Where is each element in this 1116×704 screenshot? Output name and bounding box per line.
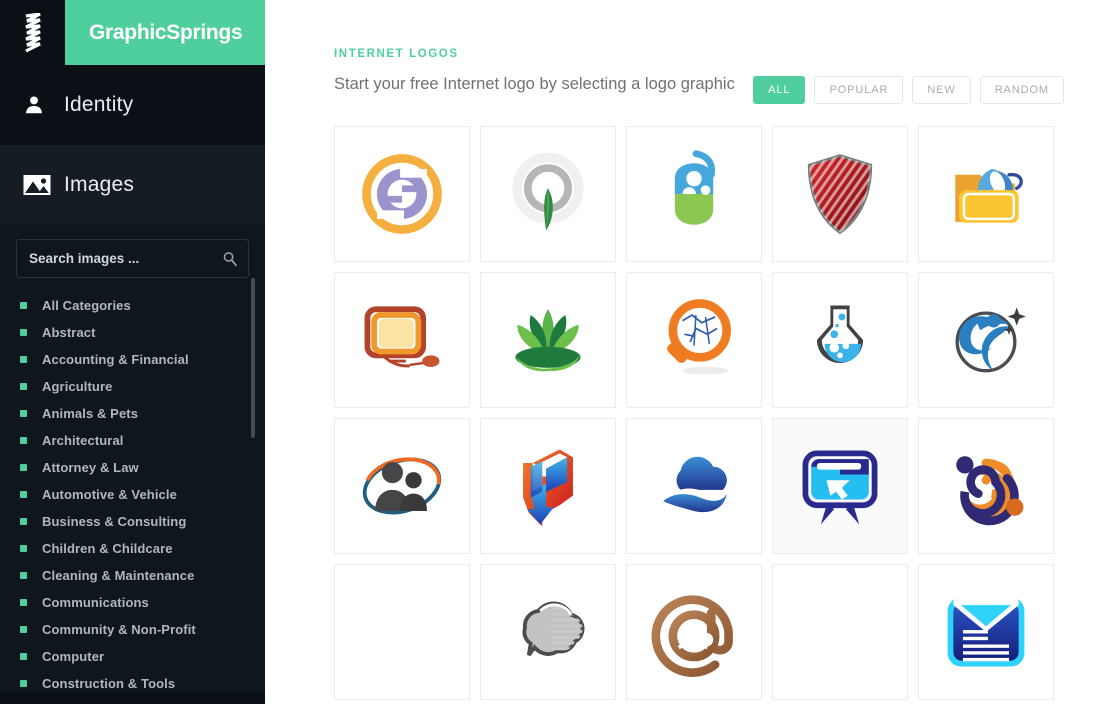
search-icon[interactable] <box>221 250 239 268</box>
sidebar-item-images[interactable]: Images <box>0 145 265 225</box>
category-item[interactable]: Community & Non-Profit <box>0 616 265 643</box>
search-box[interactable] <box>16 239 249 278</box>
category-item-label: Automotive & Vehicle <box>42 487 177 502</box>
search-wrap <box>0 225 265 284</box>
category-item-label: Abstract <box>42 325 96 340</box>
bullet-icon <box>20 302 27 309</box>
user-icon <box>16 94 64 116</box>
bullet-icon <box>20 572 27 579</box>
brand-name[interactable]: GraphicSprings <box>65 0 265 65</box>
filter-button-new[interactable]: NEW <box>912 76 971 104</box>
logo-tile-green-lotus-leaves[interactable] <box>480 272 616 408</box>
bullet-icon <box>20 437 27 444</box>
category-item[interactable]: Architectural <box>0 427 265 454</box>
app-root: GraphicSprings Identity Images Search im… <box>0 0 1116 704</box>
header-text-block: INTERNET LOGOS Start your free Internet … <box>334 48 753 94</box>
category-item-label: Children & Childcare <box>42 541 173 556</box>
bullet-icon <box>20 680 27 687</box>
category-item[interactable]: Business & Consulting <box>0 508 265 535</box>
bullet-icon <box>20 464 27 471</box>
main-content: INTERNET LOGOS Start your free Internet … <box>265 0 1116 704</box>
category-item[interactable]: Animals & Pets <box>0 400 265 427</box>
bullet-icon <box>20 329 27 336</box>
category-list: All Categories Abstract Accounting & Finan… <box>0 284 265 704</box>
category-item-label: Computer <box>42 649 105 664</box>
sidebar: GraphicSprings Identity Images Search im… <box>0 0 265 704</box>
filter-button-random[interactable]: RANDOM <box>979 76 1064 104</box>
logo-tile-browser-cursor[interactable] <box>772 418 908 554</box>
filter-button-popular[interactable]: POPULAR <box>814 76 904 104</box>
logo-tile-empty-2[interactable] <box>772 564 908 700</box>
logo-tile-monitor-mouse[interactable] <box>334 272 470 408</box>
sidebar-item-identity-label: Identity <box>64 93 134 116</box>
sidebar-item-images-label: Images <box>64 173 135 196</box>
category-item-label: Architectural <box>42 433 124 448</box>
logo-tile-two-people-orbit[interactable] <box>334 418 470 554</box>
category-item-label: Agriculture <box>42 379 113 394</box>
category-item-label: Attorney & Law <box>42 460 139 475</box>
logo-tile-bronze-at-cloud[interactable] <box>626 564 762 700</box>
filter-button-all[interactable]: ALL <box>753 76 806 104</box>
logo-tile-blue-envelope-mail[interactable] <box>918 564 1054 700</box>
image-icon-svg <box>23 175 51 195</box>
category-item-label: Cleaning & Maintenance <box>42 568 195 583</box>
main-header: INTERNET LOGOS Start your free Internet … <box>265 0 1116 104</box>
category-item[interactable]: Automotive & Vehicle <box>0 481 265 508</box>
category-item[interactable]: Cleaning & Maintenance <box>0 562 265 589</box>
category-item[interactable]: Children & Childcare <box>0 535 265 562</box>
category-item-label: Communications <box>42 595 149 610</box>
category-scrollbar[interactable] <box>251 278 255 438</box>
logo-tile-orange-ring-arrows[interactable] <box>334 126 470 262</box>
category-item-label: Community & Non-Profit <box>42 622 196 637</box>
page-eyebrow: INTERNET LOGOS <box>334 48 459 60</box>
bullet-icon <box>20 356 27 363</box>
user-icon-svg <box>26 96 42 114</box>
category-item[interactable]: Attorney & Law <box>0 454 265 481</box>
category-item-label: Accounting & Financial <box>42 352 189 367</box>
search-icon-svg <box>223 251 237 266</box>
logo-tile-yellow-folder-mouse[interactable] <box>918 126 1054 262</box>
logo-tile-empty-1[interactable] <box>334 564 470 700</box>
logo-tile-gray-striped-cloud[interactable] <box>480 564 616 700</box>
sidebar-item-identity[interactable]: Identity <box>0 65 265 145</box>
bullet-icon <box>20 518 27 525</box>
sidebar-bottom-edge <box>0 692 265 704</box>
category-item[interactable]: All Categories <box>0 292 265 319</box>
bullet-icon <box>20 626 27 633</box>
logo-tile-3d-download-arrow[interactable] <box>480 418 616 554</box>
category-item-label: Animals & Pets <box>42 406 139 421</box>
search-input[interactable] <box>17 240 248 277</box>
bullet-icon <box>20 410 27 417</box>
logo-grid <box>334 126 1056 700</box>
logo-tile-orange-magnifier-map[interactable] <box>626 272 762 408</box>
filter-button-group: ALL POPULAR NEW RANDOM <box>753 76 1064 104</box>
bullet-icon <box>20 599 27 606</box>
category-item[interactable]: Communications <box>0 589 265 616</box>
bullet-icon <box>20 653 27 660</box>
page-subtitle: Start your free Internet logo by selecti… <box>334 75 735 93</box>
logo-tile-gray-ring-green-leaf[interactable] <box>480 126 616 262</box>
bullet-icon <box>20 491 27 498</box>
category-item-label: Construction & Tools <box>42 676 176 691</box>
category-item[interactable]: Agriculture <box>0 373 265 400</box>
logo-tile-orange-navy-spiral[interactable] <box>918 418 1054 554</box>
category-item-label: Business & Consulting <box>42 514 187 529</box>
spring-zigzag-icon-svg <box>24 12 41 52</box>
brand-row: GraphicSprings <box>0 0 265 65</box>
category-item[interactable]: Accounting & Financial <box>0 346 265 373</box>
bullet-icon <box>20 383 27 390</box>
category-item-label: All Categories <box>42 298 131 313</box>
logo-tile-flask-blue-bubbles[interactable] <box>772 272 908 408</box>
category-item[interactable]: Abstract <box>0 319 265 346</box>
spring-zigzag-icon[interactable] <box>0 0 65 65</box>
image-icon <box>16 174 64 196</box>
logo-tile-red-striped-shield[interactable] <box>772 126 908 262</box>
logo-tile-blue-swoosh-figure[interactable] <box>918 272 1054 408</box>
logo-tile-blue-green-mouse[interactable] <box>626 126 762 262</box>
logo-tile-blue-cloud[interactable] <box>626 418 762 554</box>
category-item[interactable]: Computer <box>0 643 265 670</box>
bullet-icon <box>20 545 27 552</box>
